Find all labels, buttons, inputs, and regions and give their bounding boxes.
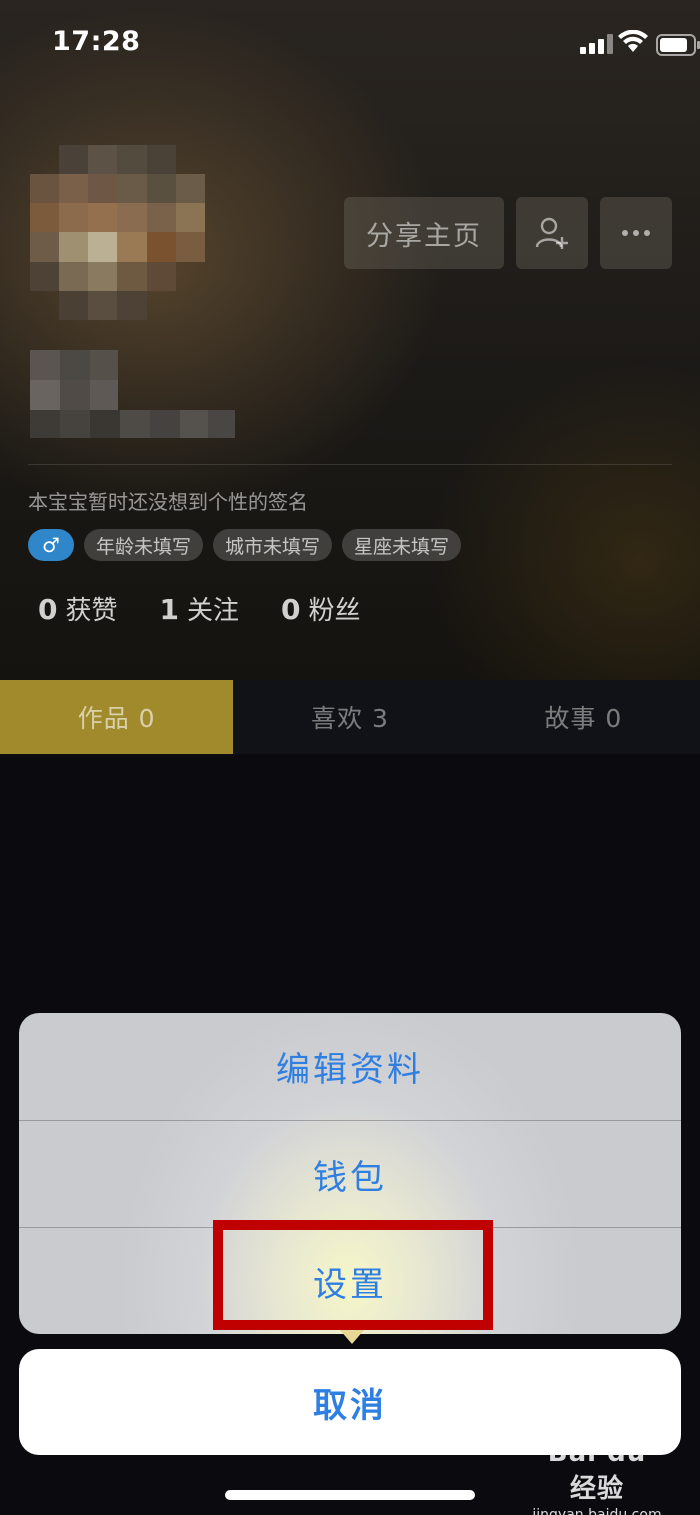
pointer-triangle xyxy=(340,1330,364,1344)
profile-signature: 本宝宝暂时还没想到个性的签名 xyxy=(28,490,308,514)
followers-count: 0 xyxy=(281,593,301,626)
battery-icon xyxy=(656,34,700,56)
profile-divider xyxy=(28,464,672,465)
home-indicator[interactable] xyxy=(225,1490,475,1500)
age-tag: 年龄未填写 xyxy=(83,529,203,561)
followers-stat[interactable]: 0 粉丝 xyxy=(281,590,361,627)
followers-label: 粉丝 xyxy=(308,596,361,626)
add-friend-button[interactable] xyxy=(516,197,588,269)
tab-works[interactable]: 作品 0 xyxy=(0,680,234,754)
following-count: 1 xyxy=(159,593,179,626)
avatar[interactable] xyxy=(30,145,205,320)
gender-tag: ♂ xyxy=(28,529,74,561)
city-tag: 城市未填写 xyxy=(212,529,332,561)
more-options-button[interactable] xyxy=(600,197,672,269)
edit-profile-option[interactable]: 编辑资料 xyxy=(19,1013,681,1120)
wifi-icon xyxy=(618,30,648,52)
tab-likes[interactable]: 喜欢 3 xyxy=(233,680,466,754)
share-profile-button[interactable]: 分享主页 xyxy=(344,197,504,269)
watermark-logo: Bai du 经验 xyxy=(547,1438,647,1504)
highlight-annotation-box xyxy=(213,1220,493,1330)
baidu-jingyan-watermark: Bai du 经验 jingyan.baidu.com xyxy=(532,1438,662,1515)
wallet-option[interactable]: 钱包 xyxy=(19,1121,681,1228)
profile-tags: ♂ 年龄未填写 城市未填写 星座未填写 xyxy=(28,529,461,561)
watermark-url: jingyan.baidu.com xyxy=(532,1507,662,1515)
add-user-icon xyxy=(535,217,568,249)
cellular-signal-icon xyxy=(580,34,613,54)
status-bar: 17:28 xyxy=(0,0,700,88)
status-time: 17:28 xyxy=(52,26,141,57)
likes-stat[interactable]: 0 获赞 xyxy=(38,590,118,627)
content-tabs: 作品 0 喜欢 3 故事 0 xyxy=(0,680,700,754)
zodiac-tag: 星座未填写 xyxy=(341,529,461,561)
following-stat[interactable]: 1 关注 xyxy=(160,590,240,627)
likes-label: 获赞 xyxy=(65,596,118,626)
tab-stories[interactable]: 故事 0 xyxy=(467,680,700,754)
profile-stats: 0 获赞 1 关注 0 粉丝 xyxy=(38,590,361,627)
likes-count: 0 xyxy=(38,593,58,626)
username-pixelated xyxy=(30,350,235,440)
following-label: 关注 xyxy=(186,596,239,626)
more-icon xyxy=(622,230,650,236)
profile-header-background xyxy=(0,0,700,680)
